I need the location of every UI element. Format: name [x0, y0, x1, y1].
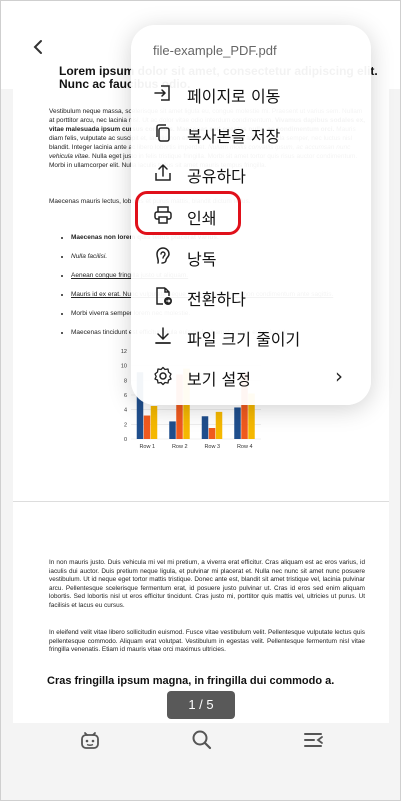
menu-item-label: 복사본을 저장 — [187, 127, 281, 146]
section-heading: Cras fringilla ipsum magna, in fringilla… — [47, 675, 335, 687]
share-icon — [155, 163, 171, 181]
chart-bar — [208, 428, 216, 439]
menu-item-share[interactable]: 공유하다 — [131, 153, 371, 193]
chart-bar — [201, 416, 209, 439]
menu-item-label: 전환하다 — [187, 290, 246, 309]
menu-item-label: 파일 크기 줄이기 — [187, 330, 301, 349]
back-button[interactable] — [27, 35, 51, 59]
outline-button[interactable] — [301, 727, 327, 753]
chart-bar — [169, 421, 176, 439]
y-tick-label: 2 — [124, 422, 127, 428]
page-indicator: 1 / 5 — [167, 691, 235, 719]
menu-item-view-settings[interactable]: 보기 설정 › — [131, 356, 371, 396]
x-tick-label: Row 1 — [139, 444, 155, 450]
y-tick-label: 10 — [121, 364, 127, 370]
convert-icon — [156, 287, 172, 305]
menu-file-name: file-example_PDF.pdf — [153, 43, 277, 58]
chart-bar — [150, 406, 158, 439]
bottom-toolbar — [1, 723, 400, 763]
y-tick-label: 0 — [124, 437, 127, 443]
chevron-right-icon: › — [335, 364, 343, 388]
compress-icon — [155, 327, 171, 344]
y-tick-label: 8 — [124, 378, 127, 384]
menu-item-go-to-page[interactable]: 페이지로 이동 — [131, 73, 371, 113]
print-highlight-outline — [135, 191, 241, 235]
menu-item-reduce-size[interactable]: 파일 크기 줄이기 — [131, 316, 371, 356]
app-frame: Lorem ipsum dolor sit amet, consectetur … — [0, 0, 401, 801]
y-tick-label: 4 — [124, 408, 127, 414]
chart-bar — [234, 407, 241, 439]
outline-icon — [304, 733, 323, 747]
paragraph: In eleifend velit vitae libero sollicitu… — [49, 629, 365, 654]
menu-item-label: 보기 설정 — [187, 370, 251, 389]
menu-item-save-copy[interactable]: 복사본을 저장 — [131, 113, 371, 153]
read-aloud-icon — [156, 247, 170, 264]
menu-item-label: 공유하다 — [187, 167, 246, 186]
search-icon — [192, 730, 212, 750]
search-button[interactable] — [189, 727, 215, 753]
x-tick-label: Row 3 — [204, 444, 220, 450]
menu-item-label: 페이지로 이동 — [187, 87, 281, 106]
x-tick-label: Row 4 — [237, 444, 253, 450]
y-tick-label: 12 — [121, 349, 127, 355]
menu-item-convert[interactable]: 전환하다 — [131, 276, 371, 316]
chart-bar — [143, 415, 151, 439]
ai-assistant-icon — [81, 732, 99, 749]
copy-icon — [156, 124, 170, 142]
ai-assistant-button[interactable] — [77, 727, 103, 753]
menu-item-read-aloud[interactable]: 낭독 — [131, 236, 371, 276]
view-settings-icon — [154, 366, 172, 386]
goto-page-icon — [154, 85, 170, 101]
x-tick-label: Row 2 — [172, 444, 188, 450]
chart-bar — [215, 411, 223, 439]
paragraph: In non mauris justo. Duis vehicula mi ve… — [49, 559, 365, 609]
chevron-left-icon — [33, 40, 42, 54]
menu-item-label: 낭독 — [187, 250, 217, 269]
y-tick-label: 6 — [124, 393, 127, 399]
